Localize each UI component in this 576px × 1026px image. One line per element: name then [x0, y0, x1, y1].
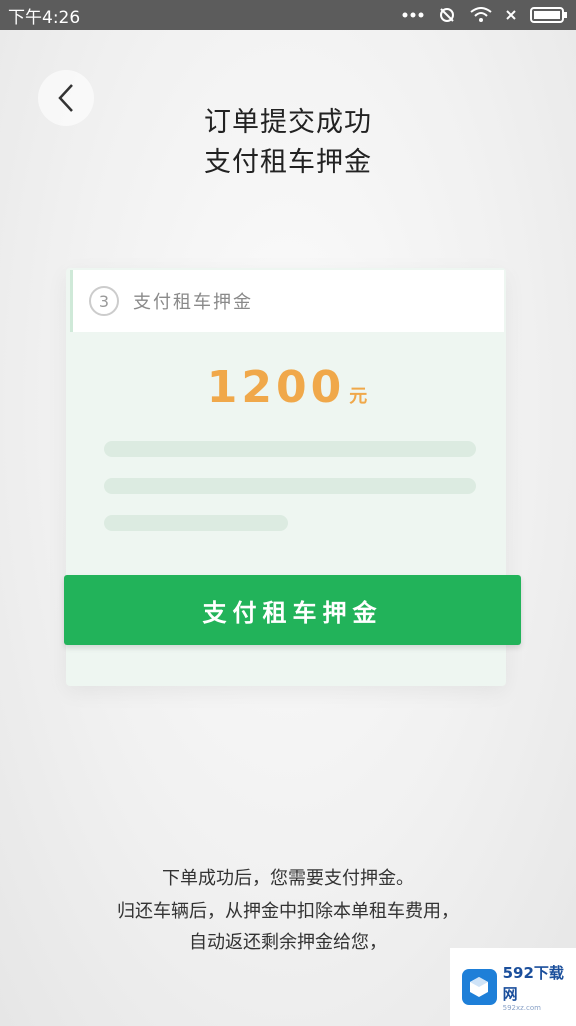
battery-icon — [530, 7, 567, 23]
wifi-icon — [470, 7, 492, 22]
box-icon — [462, 969, 497, 1005]
watermark-subtext: 592xz.com — [502, 1004, 541, 1012]
amount-unit: 元 — [349, 386, 368, 407]
dots-icon — [402, 12, 424, 18]
placeholder-line — [104, 515, 288, 531]
page-title: 订单提交成功 — [204, 107, 372, 138]
page-subtitle: 支付租车押金 — [204, 147, 372, 178]
deposit-amount: 1200 元 — [70, 362, 504, 413]
x-mark-icon — [506, 10, 516, 20]
step-label: 支付租车押金 — [133, 292, 253, 313]
step-number-badge: 3 — [89, 286, 119, 316]
screen: 下午4:26 订单提交成功 支付租车押金 3 支付租车押金 1200 元 支付租… — [0, 0, 576, 1026]
watermark-logo: 592下载网 592xz.com — [450, 948, 576, 1026]
footer-line-2: 归还车辆后，从押金中扣除本单租车费用， — [117, 901, 459, 922]
card-header: 3 支付租车押金 — [70, 270, 504, 332]
footer-line-1: 下单成功后，您需要支付押金。 — [162, 868, 414, 889]
status-bar: 下午4:26 — [0, 0, 576, 30]
amount-value: 1200 — [206, 362, 346, 413]
pay-deposit-button[interactable]: 支付租车押金 — [64, 575, 521, 645]
sync-icon — [440, 8, 454, 22]
placeholder-line — [104, 441, 476, 457]
status-icons — [402, 6, 568, 24]
placeholder-line — [104, 478, 476, 494]
watermark-text: 592下载网 — [502, 964, 564, 1003]
status-time: 下午4:26 — [8, 7, 81, 28]
